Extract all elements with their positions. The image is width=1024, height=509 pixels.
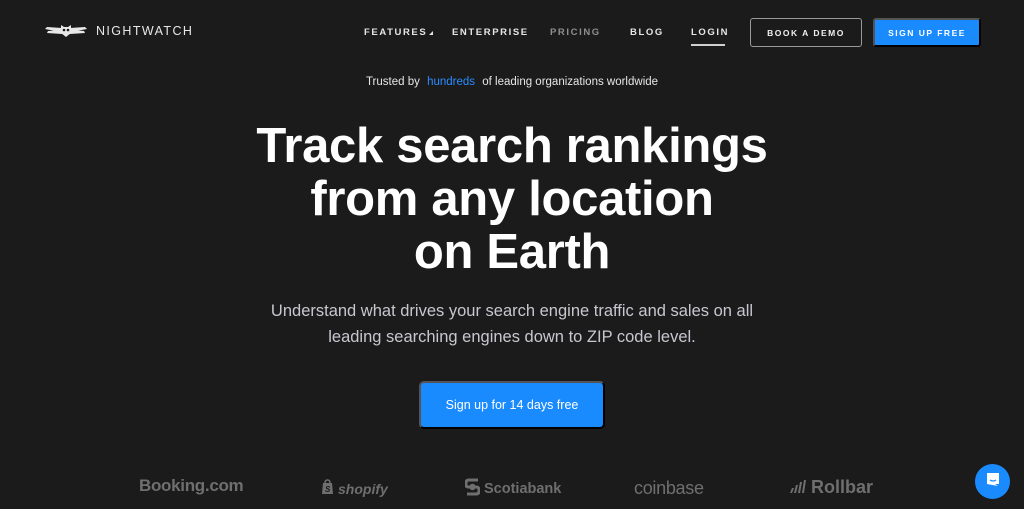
headline-line-1: Track search rankings xyxy=(256,119,768,173)
logo-scotiabank-text: Scotiabank xyxy=(484,481,562,497)
subtitle-line-2: leading searching engines down to ZIP co… xyxy=(328,328,696,346)
logo-scotiabank: Scotiabank xyxy=(464,478,562,500)
trusted-prefix: Trusted by xyxy=(365,76,420,88)
trusted-by-line: Trusted by hundreds of leading organizat… xyxy=(0,76,1024,88)
nav-pricing[interactable]: PRICING xyxy=(550,27,601,38)
dropdown-triangle-icon xyxy=(429,31,434,35)
shopping-bag-icon: S xyxy=(321,479,334,498)
chat-bubble-icon xyxy=(985,471,1001,492)
hero-subtitle: Understand what drives your search engin… xyxy=(0,298,1024,350)
logo-rollbar: Rollbar xyxy=(789,477,873,498)
chat-widget-button[interactable] xyxy=(975,464,1010,499)
logo-shopify: S shopify xyxy=(321,479,388,498)
owl-wings-icon xyxy=(44,24,88,38)
rollbar-bars-icon xyxy=(789,477,807,498)
logo-coinbase-text: coinbase xyxy=(634,478,704,498)
trusted-suffix: of leading organizations worldwide xyxy=(482,76,659,88)
subtitle-line-1: Understand what drives your search engin… xyxy=(270,302,754,320)
logo-booking: Booking.com xyxy=(139,476,244,496)
nav-features-label: FEATURES xyxy=(364,27,428,38)
logo-coinbase: coinbase xyxy=(634,478,704,499)
book-demo-button[interactable]: BOOK A DEMO xyxy=(750,18,862,47)
nav-blog[interactable]: BLOG xyxy=(630,27,664,38)
svg-text:S: S xyxy=(325,485,331,494)
headline-line-2: from any location xyxy=(310,172,714,226)
headline-line-3: on Earth xyxy=(413,225,611,279)
free-trial-cta-button[interactable]: Sign up for 14 days free xyxy=(419,381,605,429)
brand-logo[interactable]: NIGHTWATCH xyxy=(44,24,193,38)
logo-shopify-text: shopify xyxy=(338,480,388,497)
top-navigation: NIGHTWATCH FEATURES ENTERPRISE PRICING B… xyxy=(0,0,1024,64)
trusted-highlight: hundreds xyxy=(427,76,476,88)
nav-features[interactable]: FEATURES xyxy=(364,27,434,38)
nav-login[interactable]: LOGIN xyxy=(691,27,729,38)
brand-name: NIGHTWATCH xyxy=(96,24,194,38)
customer-logos: Booking.com S shopify Scotiabank coinbas… xyxy=(0,476,1024,500)
nav-enterprise[interactable]: ENTERPRISE xyxy=(452,27,529,38)
active-underline xyxy=(691,44,725,46)
sign-up-free-button[interactable]: SIGN UP FREE xyxy=(873,18,981,47)
logo-rollbar-text: Rollbar xyxy=(811,477,874,497)
hero-headline: Track search rankings from any location … xyxy=(0,120,1024,279)
scotiabank-s-icon xyxy=(464,478,481,500)
logo-booking-text: Booking.com xyxy=(139,476,244,495)
